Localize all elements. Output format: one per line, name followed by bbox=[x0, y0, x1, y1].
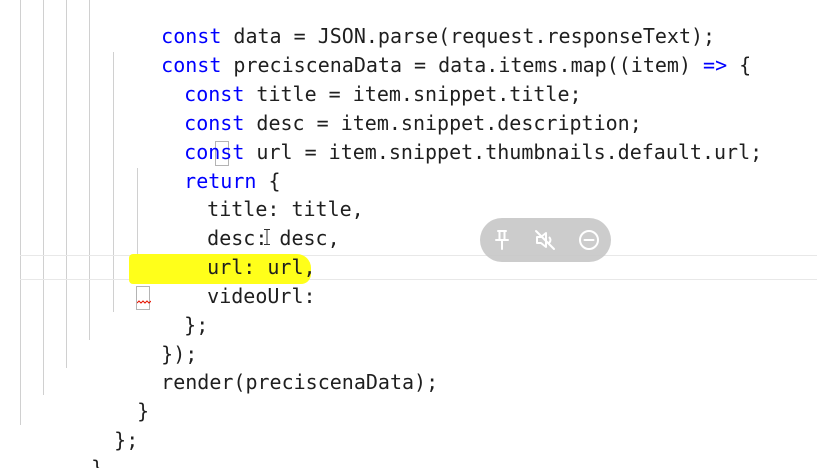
indent-guide bbox=[43, 0, 44, 395]
code-editor[interactable]: const data = JSON.parse(request.response… bbox=[0, 0, 817, 468]
code-text: videoUrl: bbox=[207, 284, 316, 308]
error-squiggle bbox=[137, 300, 151, 304]
floating-overlay-toolbar bbox=[480, 218, 611, 262]
arrow-operator: => bbox=[703, 53, 728, 77]
pin-button[interactable] bbox=[490, 228, 514, 252]
indent-guide bbox=[20, 80, 21, 425]
code-line-8: desc: desc, bbox=[159, 195, 339, 250]
code-line-4: const desc = item.snippet.description; bbox=[136, 80, 642, 135]
code-text: } bbox=[91, 456, 104, 468]
code-line-13: render(preciscenaData); bbox=[113, 339, 438, 394]
pin-icon bbox=[495, 230, 509, 250]
code-line-6: return { bbox=[136, 138, 280, 193]
mute-icon bbox=[535, 230, 555, 250]
code-line-12: }); bbox=[113, 311, 197, 366]
minimize-button[interactable] bbox=[577, 228, 601, 252]
code-line-16: } bbox=[43, 425, 103, 468]
code-text: { bbox=[727, 53, 752, 77]
code-line-5: const url = item.snippet.thumbnails.defa… bbox=[136, 109, 762, 164]
code-text: url = item.snippet.thumbnails.default.ur… bbox=[244, 140, 763, 164]
text-cursor-icon bbox=[264, 229, 270, 245]
mute-button[interactable] bbox=[533, 228, 557, 252]
code-line-1: const data = JSON.parse(request.response… bbox=[113, 0, 715, 48]
code-line-14: } bbox=[89, 368, 149, 423]
code-line-3: const title = item.snippet.title; bbox=[136, 51, 581, 106]
code-text: }; bbox=[114, 428, 139, 452]
code-line-11: }; bbox=[136, 282, 208, 337]
indent-guide bbox=[89, 0, 90, 340]
code-text: render(preciscenaData); bbox=[161, 370, 439, 394]
code-line-2: const preciscenaData = data.items.map((i… bbox=[113, 22, 751, 77]
code-line-9: url: url, bbox=[159, 224, 315, 279]
minus-circle-icon bbox=[579, 230, 599, 250]
code-text: } bbox=[137, 399, 150, 423]
code-line-10: videoUrl: bbox=[159, 253, 315, 308]
indent-guide bbox=[20, 0, 21, 80]
code-line-15: }; bbox=[66, 397, 138, 452]
indent-guide bbox=[66, 0, 67, 368]
code-line-7: title: title, bbox=[159, 166, 364, 221]
